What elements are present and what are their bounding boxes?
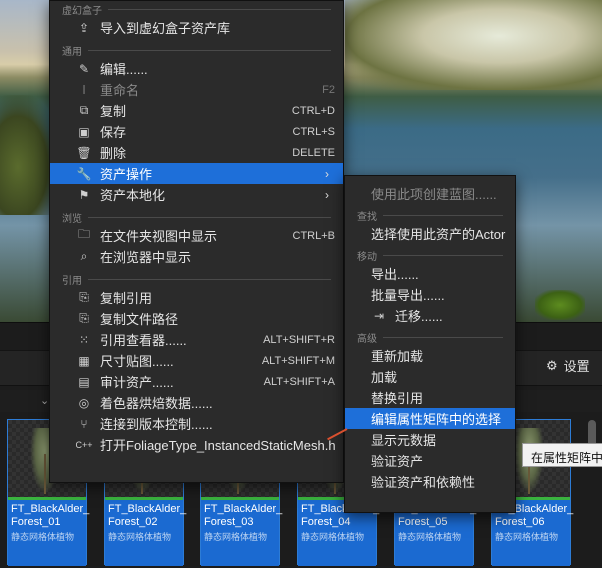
delete-icon: 🗑 <box>76 145 92 160</box>
menu-section-header: 引用 <box>50 271 343 287</box>
asset-actions-submenu: 使用此项创建蓝图...... 查找 选择使用此资产的Actor 移动 导出...… <box>344 175 516 513</box>
menu-item-select-actors[interactable]: 选择使用此资产的Actor <box>345 223 515 244</box>
asset-name: FT_BlackAlder_ Forest_01 <box>11 503 90 528</box>
chevron-right-icon: › <box>325 166 329 181</box>
flag-icon: ⚑ <box>78 187 90 202</box>
audit-icon: ▤ <box>78 374 90 389</box>
menu-item-export[interactable]: 导出...... <box>345 263 515 284</box>
menu-item-replace-references[interactable]: 替换引用 <box>345 387 515 408</box>
rename-icon: Ⅰ <box>82 82 86 97</box>
menu-item-validate[interactable]: 验证资产 <box>345 450 515 471</box>
menu-item-size-map[interactable]: ▦ 尺寸贴图...... ALT+SHIFT+M <box>50 350 343 371</box>
save-icon: ▣ <box>78 124 90 139</box>
folder-search-icon: 🗀 <box>77 227 90 241</box>
menu-section-header: 移动 <box>345 247 515 263</box>
settings-button[interactable]: ⚙ 设置 <box>546 356 590 375</box>
menu-item-migrate[interactable]: ⇥ 迁移...... <box>345 305 515 326</box>
size-map-icon: ▦ <box>78 353 90 368</box>
browser-search-icon: ⌕ <box>80 249 88 263</box>
settings-label: 设置 <box>563 359 590 374</box>
duplicate-icon: ⧉ <box>79 103 89 117</box>
menu-item-reload[interactable]: 重新加载 <box>345 345 515 366</box>
asset-type: 静态网格体植物 <box>398 532 462 542</box>
menu-item-copy-reference[interactable]: ⎘ 复制引用 <box>50 287 343 308</box>
wrench-icon: 🔧 <box>76 166 92 181</box>
source-control-icon: ⑂ <box>80 416 88 431</box>
gear-icon: ⚙ <box>546 357 558 373</box>
menu-section-header: 虚幻盒子 <box>50 1 343 17</box>
code-file-icon: C++ <box>75 439 93 450</box>
menu-item-show-in-browser[interactable]: ⌕ 在浏览器中显示 <box>50 246 343 267</box>
asset-type: 静态网格体植物 <box>204 532 268 542</box>
tooltip: 在属性矩阵中 <box>522 443 602 467</box>
copy-reference-icon: ⎘ <box>79 290 89 304</box>
menu-section-header: 高级 <box>345 329 515 345</box>
menu-item-audit[interactable]: ▤ 审计资产...... ALT+SHIFT+A <box>50 371 343 392</box>
menu-item-load[interactable]: 加载 <box>345 366 515 387</box>
menu-item-import-box[interactable]: ⇪ 导入到虚幻盒子资产库 <box>50 17 343 38</box>
asset-type: 静态网格体植物 <box>301 532 365 542</box>
menu-item-rename[interactable]: Ⅰ 重命名 F2 <box>50 79 343 100</box>
menu-item-localization[interactable]: ⚑ 资产本地化 › <box>50 184 343 205</box>
foreground-plant <box>535 290 585 320</box>
foliage-trees <box>345 0 602 90</box>
menu-item-save[interactable]: ▣ 保存 CTRL+S <box>50 121 343 142</box>
asset-type: 静态网格体植物 <box>108 532 172 542</box>
asset-name: FT_BlackAlder_ Forest_02 <box>108 503 187 528</box>
asset-context-menu: 虚幻盒子 ⇪ 导入到虚幻盒子资产库 通用 ✎ 编辑...... Ⅰ 重命名 F2 ⧉ 复制… <box>49 0 344 483</box>
menu-item-open-header[interactable]: C++ 打开FoliageType_InstancedStaticMesh.h <box>50 434 343 455</box>
menu-item-shader-data[interactable]: ◎ 着色器烘焙数据...... <box>50 392 343 413</box>
menu-item-delete[interactable]: 🗑 删除 DELETE <box>50 142 343 163</box>
menu-item-source-control[interactable]: ⑂ 连接到版本控制...... <box>50 413 343 434</box>
menu-item-edit-property-matrix[interactable]: 编辑属性矩阵中的选择 <box>345 408 515 429</box>
asset-name: FT_BlackAlder_ Forest_03 <box>204 503 283 528</box>
menu-item-bulk-export[interactable]: 批量导出...... <box>345 284 515 305</box>
menu-item-reference-viewer[interactable]: ⁙ 引用查看器...... ALT+SHIFT+R <box>50 329 343 350</box>
menu-item-copy-path[interactable]: ⎘ 复制文件路径 <box>50 308 343 329</box>
copy-path-icon: ⎘ <box>79 311 89 325</box>
asset-type: 静态网格体植物 <box>495 532 559 542</box>
reference-viewer-icon: ⁙ <box>78 332 90 347</box>
shader-icon: ◎ <box>78 395 90 410</box>
migrate-icon: ⇥ <box>373 308 385 323</box>
chevron-down-icon[interactable]: ⌄ <box>40 394 49 407</box>
menu-item-duplicate[interactable]: ⧉ 复制 CTRL+D <box>50 100 343 121</box>
menu-item-show-in-folder[interactable]: 🗀 在文件夹视图中显示 CTRL+B <box>50 225 343 246</box>
menu-item-asset-actions[interactable]: 🔧 资产操作 › <box>50 163 343 184</box>
edit-icon: ✎ <box>78 61 90 76</box>
import-icon: ⇪ <box>78 20 90 35</box>
menu-item-create-blueprint[interactable]: 使用此项创建蓝图...... <box>345 183 515 204</box>
menu-section-header: 浏览 <box>50 209 343 225</box>
menu-item-show-metadata[interactable]: 显示元数据 <box>345 429 515 450</box>
asset-type: 静态网格体植物 <box>11 532 75 542</box>
menu-section-header: 查找 <box>345 207 515 223</box>
chevron-right-icon: › <box>325 187 329 202</box>
menu-item-edit[interactable]: ✎ 编辑...... <box>50 58 343 79</box>
menu-section-header: 通用 <box>50 42 343 58</box>
menu-item-validate-dependencies[interactable]: 验证资产和依赖性 <box>345 471 515 492</box>
